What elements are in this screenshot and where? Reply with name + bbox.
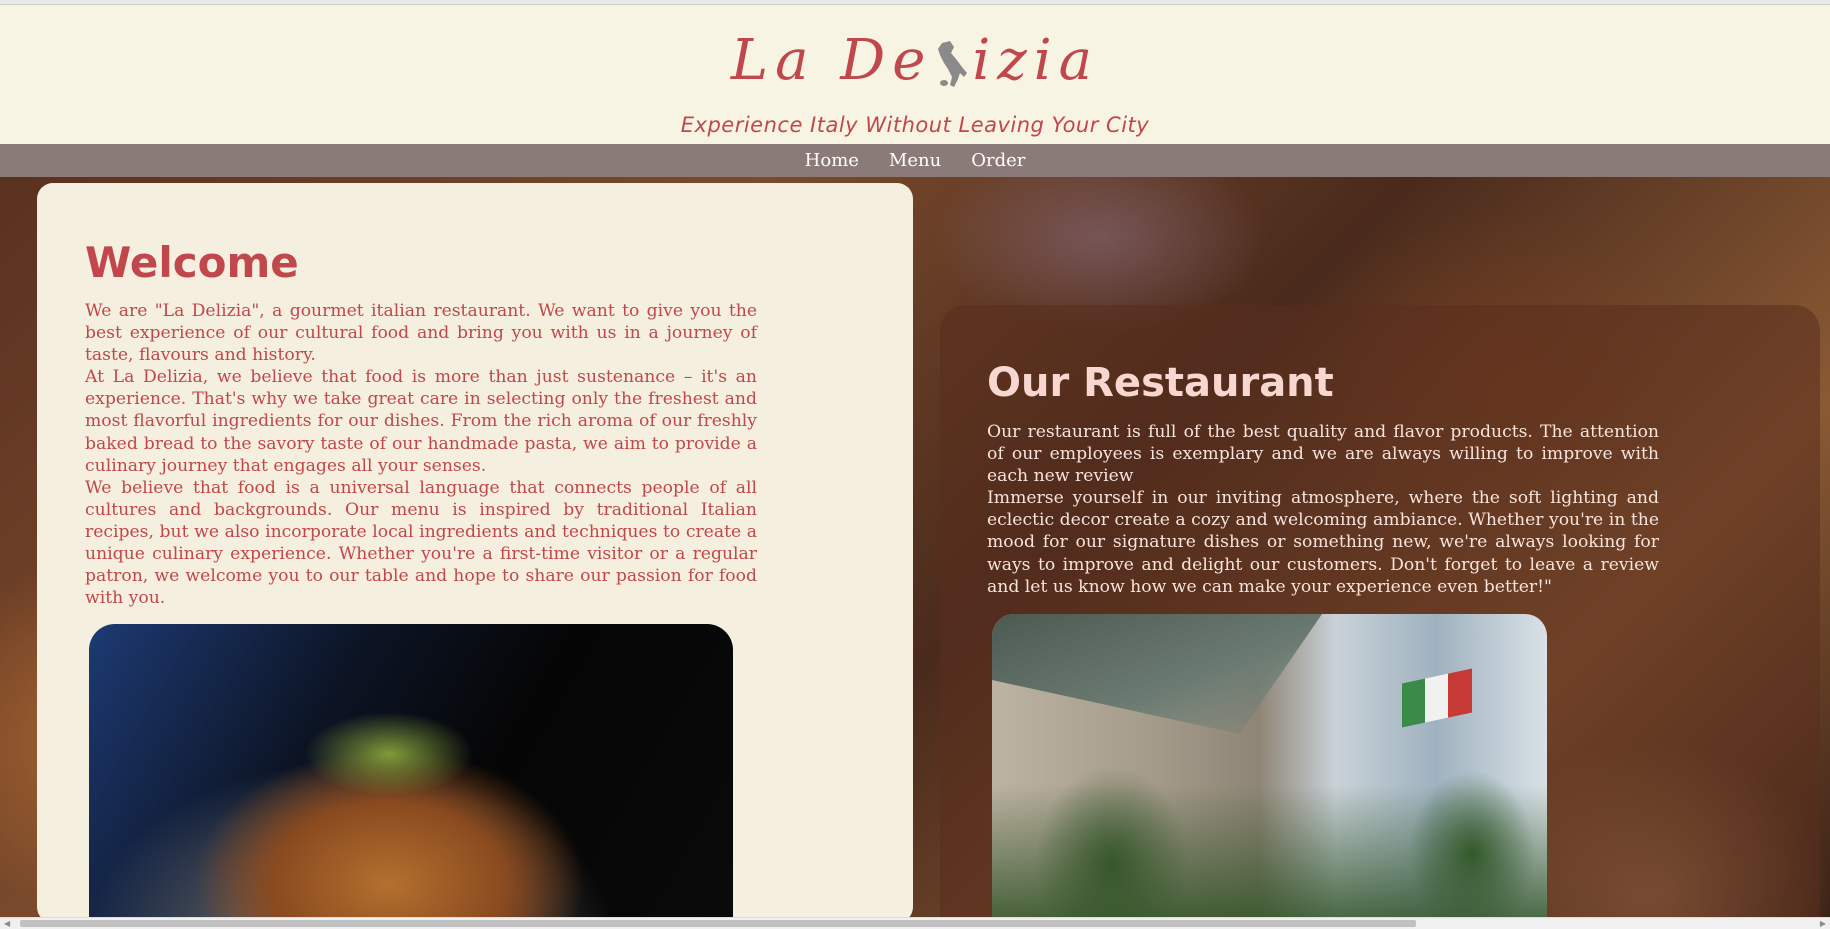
welcome-paragraph: We are "La Delizia", a gourmet italian r…	[85, 301, 757, 366]
main-nav: Home Menu Order	[0, 144, 1830, 177]
welcome-heading: Welcome	[85, 238, 299, 287]
restaurant-building-photo	[992, 614, 1547, 924]
nav-menu-link[interactable]: Menu	[889, 150, 941, 171]
italian-flag	[1402, 668, 1472, 728]
logo-text-left: La De	[730, 28, 933, 93]
horizontal-scrollbar[interactable]: ◀ ▶	[0, 917, 1830, 929]
restaurant-text: Our restaurant is full of the best quali…	[987, 421, 1659, 598]
site-logo[interactable]: La De izia	[0, 29, 1830, 93]
nav-home-link[interactable]: Home	[805, 150, 859, 171]
nav-order-link[interactable]: Order	[971, 150, 1025, 171]
welcome-paragraph: We believe that food is a universal lang…	[85, 477, 757, 609]
pasta-dish-photo	[89, 624, 733, 924]
awning-shape	[992, 614, 1322, 734]
welcome-text: We are "La Delizia", a gourmet italian r…	[85, 300, 757, 609]
restaurant-paragraph: Our restaurant is full of the best quali…	[987, 422, 1659, 487]
logo-text-right: izia	[972, 28, 1100, 93]
scrollbar-thumb[interactable]	[20, 920, 1416, 927]
site-tagline: Experience Italy Without Leaving Your Ci…	[680, 113, 1150, 137]
scroll-right-arrow-icon[interactable]: ▶	[1820, 919, 1826, 928]
scroll-left-arrow-icon[interactable]: ◀	[4, 919, 10, 928]
restaurant-heading: Our Restaurant	[987, 360, 1334, 406]
site-header: La De izia Experience Italy Without Leavi…	[0, 5, 1830, 144]
welcome-paragraph: At La Delizia, we believe that food is m…	[85, 367, 757, 476]
italy-map-icon	[938, 40, 968, 87]
restaurant-paragraph: Immerse yourself in our inviting atmosph…	[987, 488, 1659, 597]
